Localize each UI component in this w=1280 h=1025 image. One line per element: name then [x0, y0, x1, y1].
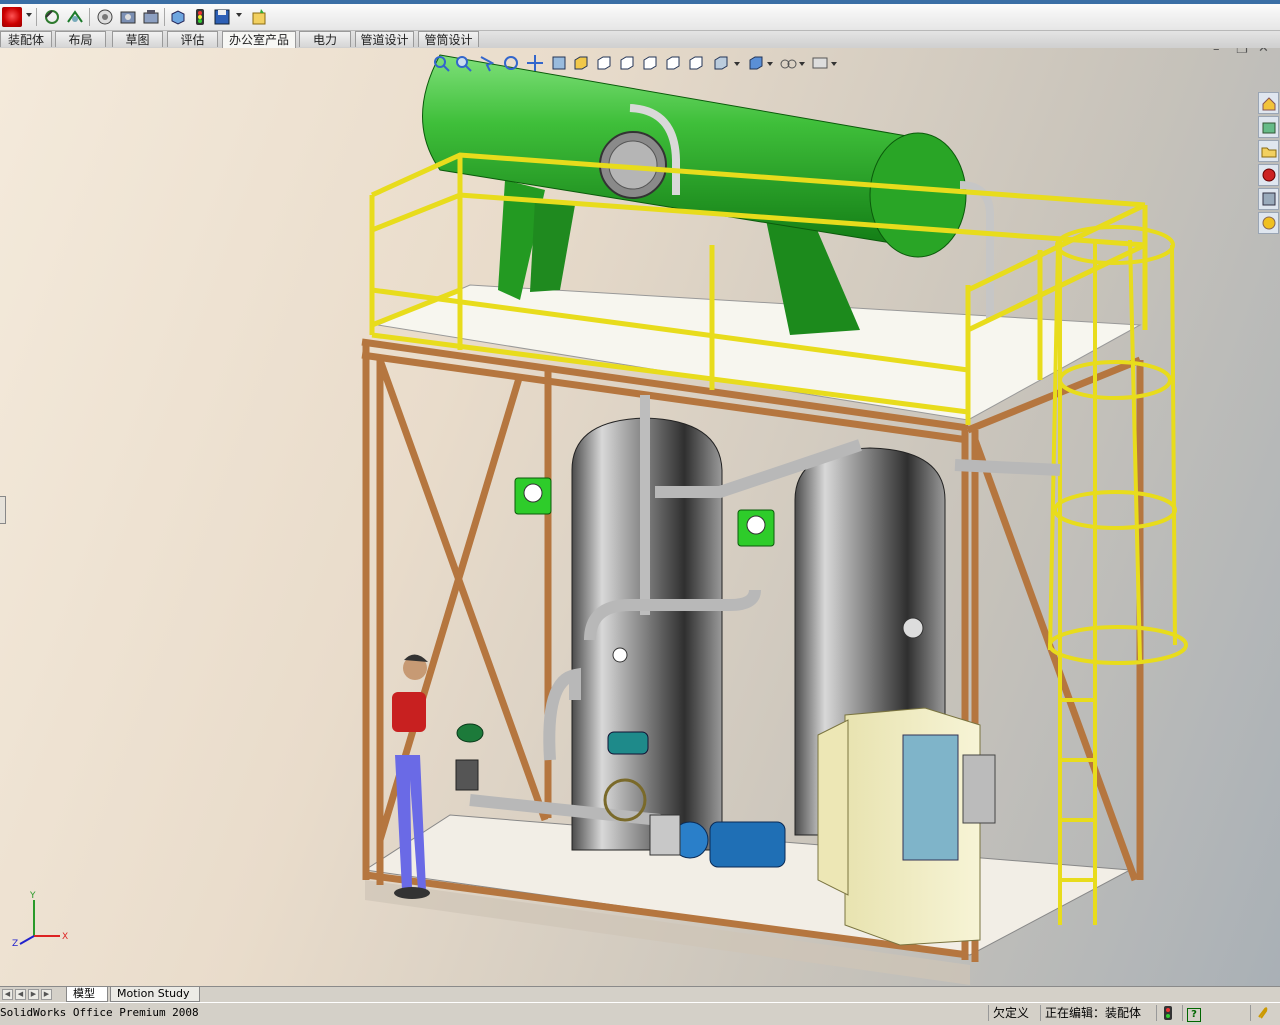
tab-office-products[interactable]: 办公室产品: [222, 31, 296, 49]
next-tab-icon[interactable]: ▶: [28, 989, 39, 1000]
horizontal-tank[interactable]: [422, 54, 994, 335]
level-indicator-left[interactable]: [514, 477, 552, 515]
appearances-icon[interactable]: [1258, 212, 1279, 234]
save-icon[interactable]: [212, 7, 232, 27]
model-tabs-bar: ◀ ◀ ▶ ▶ 模型 Motion Study 1: [0, 986, 1280, 1014]
triad-x-label: X: [62, 932, 68, 942]
toolbar-separator: [164, 8, 165, 26]
view-top-icon[interactable]: [641, 54, 659, 72]
editing-status: 正在编辑：装配体: [1040, 1005, 1155, 1021]
view-right-icon[interactable]: [618, 54, 636, 72]
solidworks-logo-icon[interactable]: [2, 7, 22, 27]
toolbar-separator: [89, 8, 90, 26]
tab-evaluate[interactable]: 评估: [167, 31, 218, 47]
toolbar-separator: [36, 8, 37, 26]
zoom-fit-icon[interactable]: [95, 7, 115, 27]
chevron-down-icon[interactable]: [236, 13, 242, 17]
feature-tree-toggle[interactable]: [0, 496, 6, 524]
view-back-icon[interactable]: [572, 54, 590, 72]
view-palette-icon[interactable]: [1258, 188, 1279, 210]
flow-meter[interactable]: [607, 731, 649, 755]
graphics-area[interactable]: – ❐ ✕ Y X Z: [0, 48, 1280, 986]
view-isometric-icon[interactable]: [687, 54, 705, 72]
hide-show-icon[interactable]: [779, 54, 797, 72]
view-bottom-icon[interactable]: [664, 54, 682, 72]
rotate-icon[interactable]: [502, 54, 520, 72]
new-document-icon[interactable]: [249, 7, 269, 27]
definition-status: 欠定义: [988, 1005, 1039, 1021]
file-explorer-icon[interactable]: [1258, 140, 1279, 162]
scene-icon[interactable]: [811, 54, 829, 72]
view-front-icon[interactable]: [550, 54, 568, 72]
chevron-down-icon[interactable]: [831, 62, 837, 66]
3d-view-icon[interactable]: [168, 7, 188, 27]
app-name: SolidWorks Office Premium 2008: [0, 1006, 199, 1019]
view-orientation-icon[interactable]: [712, 54, 730, 72]
tab-sketch[interactable]: 草图: [112, 31, 163, 47]
tab-model[interactable]: 模型: [66, 987, 108, 1002]
triad-y-label: Y: [29, 891, 36, 901]
tab-layout[interactable]: 布局: [55, 31, 106, 47]
level-indicator-right[interactable]: [737, 509, 775, 547]
control-cabinet[interactable]: [817, 707, 996, 946]
chevron-down-icon[interactable]: [26, 13, 32, 17]
main-toolbar: [0, 4, 1280, 31]
zoom-to-fit-icon[interactable]: [432, 54, 450, 72]
disconnect-switch[interactable]: [962, 754, 996, 824]
assembly-model[interactable]: [0, 48, 1280, 986]
tab-tubing[interactable]: 管筒设计: [418, 31, 479, 47]
rebuild-icon[interactable]: [42, 7, 62, 27]
last-tab-icon[interactable]: ▶: [41, 989, 52, 1000]
paperclip-icon[interactable]: [1250, 1005, 1279, 1021]
chevron-down-icon[interactable]: [767, 62, 773, 66]
restore-icon[interactable]: ❐: [1236, 48, 1248, 57]
control-valve[interactable]: [455, 723, 484, 791]
options-icon[interactable]: [65, 7, 85, 27]
select-icon[interactable]: [478, 54, 496, 72]
help-icon[interactable]: ?: [1182, 1005, 1207, 1022]
prev-tab-icon[interactable]: ◀: [15, 989, 26, 1000]
home-icon[interactable]: [1258, 92, 1279, 114]
close-icon[interactable]: ✕: [1258, 48, 1269, 56]
first-tab-icon[interactable]: ◀: [2, 989, 13, 1000]
tab-electrical[interactable]: 电力: [299, 31, 351, 47]
display-style-icon[interactable]: [747, 54, 765, 72]
zoom-area-icon[interactable]: [454, 54, 472, 72]
design-library-icon[interactable]: [1258, 116, 1279, 138]
tab-motion-study[interactable]: Motion Study 1: [110, 987, 200, 1014]
photoworks-icon[interactable]: [118, 7, 138, 27]
minimize-icon[interactable]: –: [1213, 48, 1220, 57]
reference-triad: Y X Z: [12, 891, 68, 948]
render-icon[interactable]: [141, 7, 161, 27]
traffic-light-icon[interactable]: [190, 7, 210, 27]
status-bar: SolidWorks Office Premium 2008 欠定义 正在编辑：…: [0, 1002, 1280, 1025]
chevron-down-icon[interactable]: [734, 62, 740, 66]
tab-assembly[interactable]: 装配体: [0, 31, 52, 47]
triad-z-label: Z: [12, 939, 18, 948]
command-manager-tabs: 装配体 布局 草图 评估 办公室产品 电力 管道设计 管筒设计: [0, 31, 1280, 49]
chevron-down-icon[interactable]: [799, 62, 805, 66]
rebuild-status-icon[interactable]: [1156, 1005, 1181, 1021]
search-icon[interactable]: [1258, 164, 1279, 186]
view-left-icon[interactable]: [595, 54, 613, 72]
pan-icon[interactable]: [526, 54, 544, 72]
pressure-gauge[interactable]: [612, 647, 628, 663]
tab-piping[interactable]: 管道设计: [355, 31, 414, 47]
